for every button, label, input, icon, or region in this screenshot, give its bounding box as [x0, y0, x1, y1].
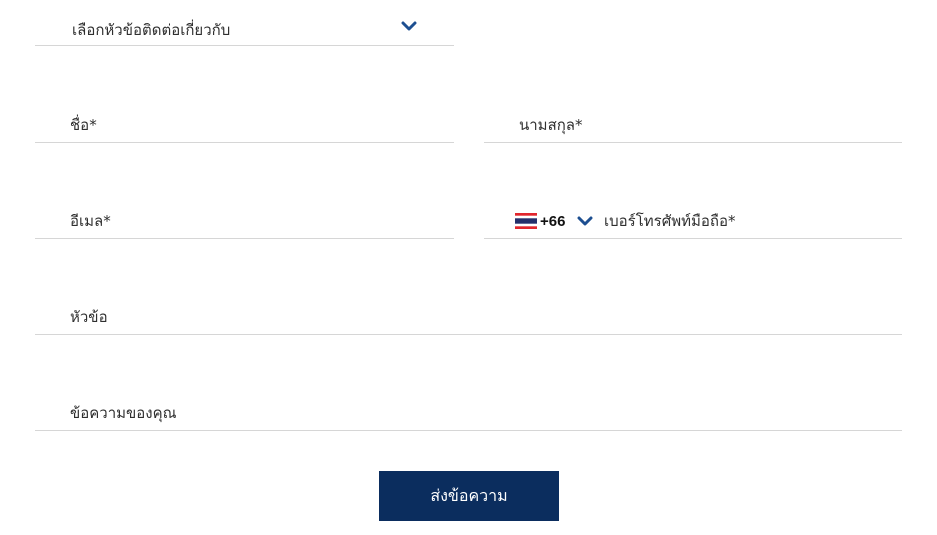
- message-field-wrapper: [35, 391, 902, 431]
- email-field-wrapper: [35, 199, 454, 239]
- subject-field-wrapper: [35, 295, 902, 335]
- email-field[interactable]: [35, 204, 454, 238]
- chevron-down-icon[interactable]: [577, 216, 593, 226]
- contact-form: เลือกหัวข้อติดต่อเกี่ยวกับ +66: [0, 0, 937, 535]
- first-name-field[interactable]: [35, 108, 454, 142]
- chevron-down-icon[interactable]: [401, 21, 417, 31]
- first-name-field-wrapper: [35, 103, 454, 143]
- thailand-flag-icon: [515, 213, 537, 229]
- message-field[interactable]: [35, 396, 902, 430]
- dial-code: +66: [540, 212, 566, 230]
- subject-field[interactable]: [35, 300, 902, 334]
- topic-select-label: เลือกหัวข้อติดต่อเกี่ยวกับ: [72, 21, 231, 39]
- topic-select[interactable]: เลือกหัวข้อติดต่อเกี่ยวกับ: [35, 6, 454, 46]
- submit-button[interactable]: ส่งข้อความ: [379, 471, 559, 521]
- last-name-field[interactable]: [484, 108, 902, 142]
- country-code-selector[interactable]: +66: [515, 211, 593, 231]
- last-name-field-wrapper: [484, 103, 902, 143]
- phone-field-wrapper: +66: [484, 199, 902, 239]
